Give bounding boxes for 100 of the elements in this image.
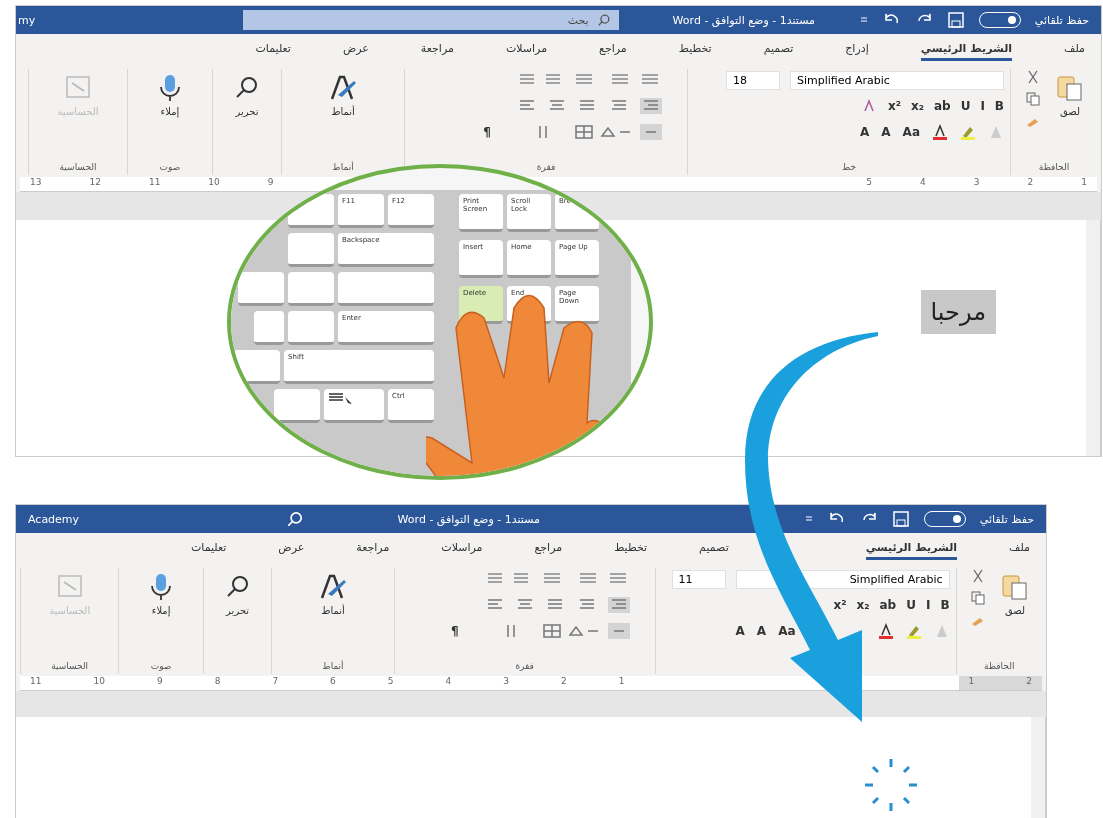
ribbon-tab[interactable]: تصميم bbox=[763, 42, 794, 61]
ruler-number: 3 bbox=[503, 676, 510, 688]
paste-button[interactable]: لصق bbox=[994, 568, 1036, 620]
dictate-button[interactable]: إملاء bbox=[149, 69, 191, 121]
group-label: الحافظة bbox=[983, 661, 1016, 673]
ribbon-tab[interactable]: ملف bbox=[1009, 541, 1030, 560]
ribbon-tab[interactable]: مراسلات bbox=[441, 541, 483, 560]
group-label: خط bbox=[840, 162, 858, 174]
ribbon-tab[interactable]: تصميم bbox=[699, 541, 729, 560]
font-name-field[interactable]: Simplified Arabic bbox=[790, 70, 1004, 90]
account-name: Academy bbox=[28, 512, 80, 526]
format-button[interactable]: I bbox=[925, 598, 931, 612]
highlighter-icon[interactable] bbox=[905, 623, 922, 639]
autosave-label: حفظ تلقائي bbox=[979, 512, 1034, 526]
styles-button[interactable]: أنماط bbox=[312, 568, 354, 620]
font-size-field[interactable]: 11 bbox=[671, 569, 726, 589]
ruler-number: 4 bbox=[445, 676, 452, 688]
ruler-number: 2 bbox=[561, 676, 567, 688]
ribbon-tab[interactable]: عرض bbox=[342, 42, 369, 61]
window-title: مستند1 - وضع التوافق - Word bbox=[397, 512, 540, 526]
ribbon-tab[interactable]: تخطيط bbox=[614, 541, 648, 560]
ruler-number: 6 bbox=[330, 676, 336, 688]
format-button[interactable]: x₂ bbox=[856, 598, 870, 612]
autosave-label: حفظ تلقائي bbox=[1034, 13, 1089, 27]
dictate-button[interactable]: إملاء bbox=[140, 568, 183, 620]
scrollbar[interactable] bbox=[1086, 220, 1101, 456]
window-title: مستند1 - وضع التوافق - Word bbox=[672, 13, 815, 27]
group-label: أنماط bbox=[331, 162, 355, 174]
ruler-number: 1 bbox=[618, 676, 625, 688]
highlighter-icon[interactable] bbox=[960, 124, 976, 140]
ribbon-tab[interactable]: ملف bbox=[1064, 42, 1085, 61]
format-button[interactable]: ab bbox=[933, 99, 951, 113]
ruler-number: 9 bbox=[267, 177, 274, 189]
editing-button[interactable]: تحرير bbox=[226, 69, 268, 121]
ruler-number: 4 bbox=[920, 177, 926, 189]
font-color-icon[interactable] bbox=[877, 623, 894, 639]
pointer-icon bbox=[328, 392, 354, 406]
ruler-number: 11 bbox=[30, 676, 42, 688]
format-button[interactable]: U bbox=[960, 99, 971, 113]
pilcrow-button[interactable]: ¶ bbox=[451, 624, 459, 638]
format-button[interactable]: x² bbox=[887, 99, 901, 113]
format-button[interactable]: B bbox=[940, 598, 950, 612]
ribbon-tab[interactable]: مراسلات bbox=[505, 42, 548, 61]
group-label: الحساسية bbox=[58, 162, 98, 174]
format-button[interactable]: Aa bbox=[902, 125, 920, 139]
format-button[interactable]: A bbox=[756, 624, 767, 638]
ribbon-tab[interactable]: الشريط الرئيسي bbox=[865, 541, 958, 560]
format-button[interactable]: A bbox=[881, 125, 891, 139]
ruler-number: 2 bbox=[1027, 177, 1034, 189]
pilcrow-button[interactable]: ¶ bbox=[483, 125, 491, 139]
styles-button[interactable]: أنماط bbox=[322, 69, 364, 121]
ruler-number: 12 bbox=[89, 177, 101, 189]
selected-text: مرحبا bbox=[920, 290, 996, 334]
ribbon-tab[interactable]: مراجع bbox=[599, 42, 627, 61]
save-icon[interactable] bbox=[946, 11, 965, 29]
group-label: الحافظة bbox=[1037, 162, 1071, 174]
scrollbar[interactable] bbox=[1031, 717, 1046, 818]
format-button[interactable]: ab bbox=[879, 598, 897, 612]
group-label: فقرة bbox=[535, 162, 557, 174]
group-label: أنماط bbox=[321, 661, 345, 673]
group-label: صوت bbox=[158, 162, 182, 174]
ribbon-tab[interactable]: تخطيط bbox=[678, 42, 712, 61]
ruler-number: 2 bbox=[1026, 676, 1032, 688]
search-icon[interactable] bbox=[596, 13, 611, 27]
format-button[interactable]: A bbox=[860, 125, 870, 139]
ruler-number: 1 bbox=[1081, 177, 1087, 189]
format-button[interactable]: Aa bbox=[778, 624, 796, 638]
format-button[interactable]: U bbox=[906, 598, 916, 612]
editing-button[interactable]: تحرير bbox=[216, 568, 259, 620]
ribbon-tab[interactable]: الشريط الرئيسي bbox=[920, 42, 1013, 61]
group-label: صوت bbox=[149, 661, 173, 673]
ribbon-tab[interactable]: تعليمات bbox=[255, 42, 291, 61]
search-icon[interactable] bbox=[285, 510, 304, 528]
ruler-number: 9 bbox=[156, 676, 163, 688]
ruler-number: 13 bbox=[30, 177, 42, 189]
account-name: my bbox=[18, 13, 36, 27]
clipboard-icon bbox=[1055, 73, 1085, 103]
font-color-icon[interactable] bbox=[932, 124, 948, 140]
ribbon-tab[interactable]: مراجعة bbox=[356, 541, 390, 560]
save-icon[interactable] bbox=[891, 510, 910, 528]
copy-icon[interactable] bbox=[1025, 91, 1041, 107]
clipboard-icon bbox=[1000, 572, 1030, 602]
ruler-number: 5 bbox=[387, 676, 394, 688]
format-button[interactable]: A bbox=[735, 624, 745, 638]
ruler-number: 10 bbox=[208, 177, 220, 189]
ruler-number: 5 bbox=[866, 177, 873, 189]
group-label: فقرة bbox=[514, 661, 535, 673]
ribbon-tab[interactable]: تعليمات bbox=[190, 541, 227, 560]
ribbon-tab[interactable]: مراجعة bbox=[420, 42, 454, 61]
ribbon-tab[interactable]: إدراج bbox=[845, 42, 869, 61]
font-size-field[interactable]: 18 bbox=[726, 70, 780, 90]
format-button[interactable]: I bbox=[980, 99, 985, 113]
copy-icon[interactable] bbox=[970, 590, 986, 606]
ribbon-tab[interactable]: عرض bbox=[278, 541, 305, 560]
format-button[interactable]: B bbox=[994, 99, 1004, 113]
format-button[interactable]: x₂ bbox=[910, 99, 924, 113]
paste-button[interactable]: لصق bbox=[1049, 69, 1091, 121]
ruler-number: 7 bbox=[272, 676, 279, 688]
ribbon-tab[interactable]: مراجع bbox=[534, 541, 563, 560]
format-button[interactable]: x² bbox=[833, 598, 847, 612]
